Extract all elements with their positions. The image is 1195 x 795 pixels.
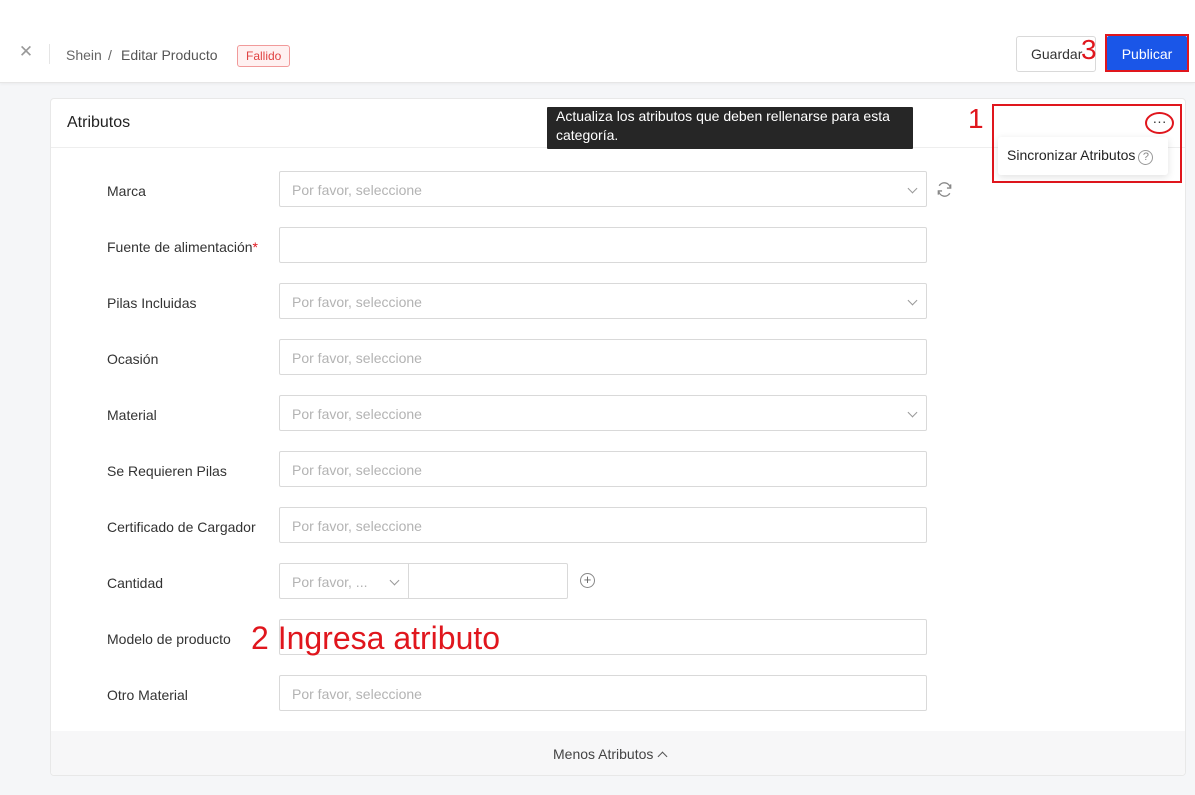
brand-placeholder: Por favor, seleccione — [292, 182, 422, 198]
label-occasion: Ocasión — [107, 351, 159, 367]
label-product-model: Modelo de producto — [107, 631, 231, 647]
occasion-placeholder: Por favor, seleccione — [292, 350, 422, 366]
status-badge: Fallido — [237, 45, 291, 67]
step-3-annotation: 3 — [1081, 34, 1097, 65]
material-select[interactable]: Por favor, seleccione — [279, 395, 927, 431]
chevron-down-icon — [907, 295, 918, 306]
top-header: ✕ Shein / Editar Producto Fallido Guarda… — [0, 0, 1195, 83]
quantity-value-input[interactable] — [408, 563, 568, 599]
less-attributes-label: Menos Atributos — [553, 746, 654, 762]
section-title: Atributos — [67, 114, 131, 131]
occasion-input[interactable]: Por favor, seleccione — [279, 339, 927, 375]
brand-select[interactable]: Por favor, seleccione — [279, 171, 927, 207]
sync-attributes-label: Sincronizar Atributos — [1007, 147, 1136, 163]
label-power-source: Fuente de alimentación* — [107, 239, 258, 255]
more-options-icon[interactable]: ··· — [1145, 112, 1174, 134]
label-batteries-required: Se Requieren Pilas — [107, 463, 227, 479]
breadcrumb-separator: / — [108, 47, 112, 63]
help-icon[interactable]: ? — [1138, 150, 1154, 165]
add-quantity-icon[interactable]: + — [580, 573, 595, 588]
batteries-included-placeholder: Por favor, seleccione — [292, 294, 422, 310]
refresh-icon[interactable] — [936, 181, 953, 198]
batteries-required-input[interactable]: Por favor, seleccione — [279, 451, 927, 487]
sync-tooltip: Actualiza los atributos que deben rellen… — [547, 107, 913, 149]
charger-certificate-input[interactable]: Por favor, seleccione — [279, 507, 927, 543]
step-1-annotation: 1 — [968, 103, 984, 134]
charger-certificate-placeholder: Por favor, seleccione — [292, 518, 422, 534]
chevron-down-icon — [907, 183, 918, 194]
sync-attributes-menu-item[interactable]: Sincronizar Atributos? — [1007, 147, 1154, 165]
label-marca: Marca — [107, 183, 146, 199]
header-divider — [49, 44, 50, 64]
power-source-input[interactable] — [279, 227, 927, 263]
power-source-label-text: Fuente de alimentación — [107, 239, 253, 255]
label-batteries-included: Pilas Incluidas — [107, 295, 197, 311]
more-options-menu: Sincronizar Atributos? — [998, 137, 1168, 175]
close-icon[interactable]: ✕ — [17, 43, 35, 61]
less-attributes-button[interactable]: Menos Atributos — [553, 746, 668, 762]
publish-button[interactable]: Publicar — [1107, 36, 1187, 71]
quantity-unit-placeholder: Por favor, ... — [292, 574, 368, 590]
batteries-included-select[interactable]: Por favor, seleccione — [279, 283, 927, 319]
label-quantity: Cantidad — [107, 575, 164, 591]
quantity-unit-select[interactable]: Por favor, ... — [279, 563, 409, 599]
required-asterisk: * — [252, 239, 258, 255]
breadcrumb-store[interactable]: Shein — [66, 47, 102, 63]
batteries-required-placeholder: Por favor, seleccione — [292, 462, 422, 478]
label-charger-certificate: Certificado de Cargador — [107, 519, 256, 535]
chevron-down-icon — [907, 407, 918, 418]
other-material-placeholder: Por favor, seleccione — [292, 686, 422, 702]
chevron-down-icon — [389, 575, 400, 586]
page-title: Editar Producto — [121, 47, 218, 63]
label-other-material: Otro Material — [107, 687, 188, 703]
product-model-input[interactable] — [279, 619, 927, 655]
chevron-up-icon — [657, 751, 668, 762]
material-placeholder: Por favor, seleccione — [292, 406, 422, 422]
other-material-input[interactable]: Por favor, seleccione — [279, 675, 927, 711]
label-material: Material — [107, 407, 157, 423]
